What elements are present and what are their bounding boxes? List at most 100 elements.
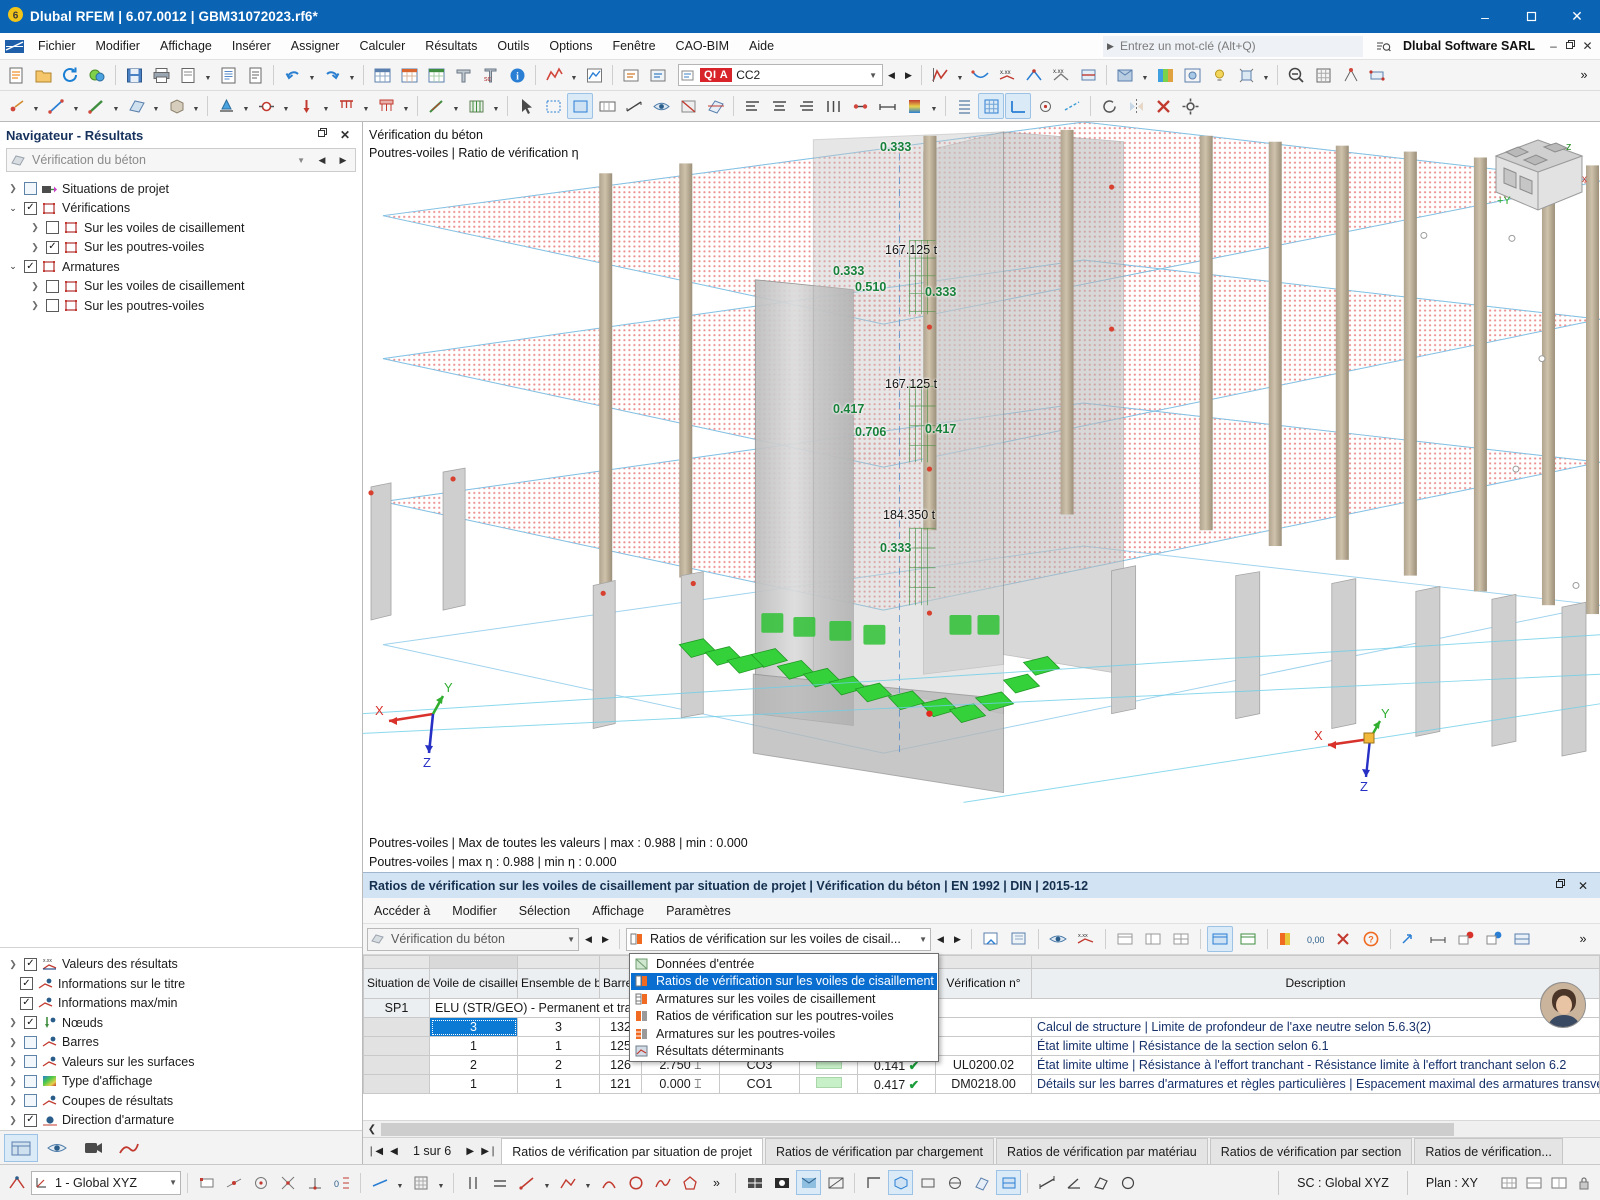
line-load-dropdown-icon[interactable]: ▼ [360, 93, 372, 119]
render-wireframe-icon[interactable] [742, 1170, 767, 1195]
results-navigator-icon[interactable] [112, 1134, 146, 1162]
3d-scene[interactable]: Vérification du béton Poutres-voiles | R… [363, 122, 1600, 832]
cell-wall[interactable]: 2 [429, 1055, 518, 1075]
color-legend-dropdown-icon[interactable]: ▼ [928, 93, 940, 119]
model-data-table-icon[interactable] [369, 62, 395, 88]
cell-member[interactable]: 121 [599, 1074, 642, 1094]
clipping-plane-icon[interactable] [702, 93, 728, 119]
coordinate-system-combo[interactable]: 1 - Global XYZ ▼ [31, 1170, 181, 1195]
snap-grid-icon[interactable] [978, 93, 1004, 119]
draw-polyline-icon[interactable] [555, 1170, 580, 1195]
measure-circle-icon[interactable] [1115, 1170, 1140, 1195]
draw-polygon-icon[interactable] [677, 1170, 702, 1195]
snap-perpendicular-icon[interactable] [302, 1170, 327, 1195]
toolbar-overflow-icon[interactable]: » [1571, 62, 1597, 88]
support-dropdown-icon[interactable]: ▼ [240, 93, 252, 119]
jump-to-icon[interactable] [1397, 926, 1423, 952]
table-horizontal-scrollbar[interactable]: ❮ [363, 1120, 1600, 1137]
select-objects-icon[interactable] [513, 93, 539, 119]
snap-grid-status-icon[interactable]: 0 [329, 1170, 354, 1195]
menu-resultats[interactable]: Résultats [415, 33, 487, 60]
view-left-icon[interactable] [942, 1170, 967, 1195]
menu-options[interactable]: Options [539, 33, 602, 60]
tree-item-armatures[interactable]: ⌄ ✓ Armatures [0, 257, 362, 277]
window-minimize-button[interactable]: – [1462, 0, 1508, 33]
tree-item-type-affichage[interactable]: ❯ Type d'affichage [0, 1072, 362, 1092]
document-icon[interactable] [242, 62, 268, 88]
cell-description[interactable]: Détails sur les barres d'armatures et rè… [1031, 1074, 1600, 1094]
navigator-module-combo[interactable]: Vérification du béton ▼ ◀ ▶ [6, 148, 356, 172]
table-type-next-button[interactable]: ▶ [950, 928, 965, 950]
chevron-right-icon[interactable]: ❯ [6, 183, 20, 194]
sections-icon[interactable] [450, 62, 476, 88]
chevron-down-icon[interactable]: ▼ [169, 1178, 177, 1187]
clipping-icon[interactable] [1233, 62, 1259, 88]
tree-checkbox[interactable] [24, 1094, 37, 1108]
scroll-thumb[interactable] [381, 1122, 1454, 1136]
table-menu-affichage[interactable]: Affichage [581, 898, 655, 924]
draw-polyline-dropdown-icon[interactable]: ▼ [582, 1170, 594, 1196]
lighting-icon[interactable] [1206, 62, 1232, 88]
tree-item-noeuds[interactable]: ❯ ✓ Nœuds [0, 1013, 362, 1033]
tree-item-situations-de-projet[interactable]: ❯ Situations de projet [0, 179, 362, 199]
avatar[interactable] [1540, 982, 1586, 1028]
menu-outils[interactable]: Outils [487, 33, 539, 60]
tree-checkbox[interactable]: ✓ [24, 1016, 37, 1030]
table-layout2-icon[interactable] [1140, 926, 1166, 952]
cell-check-no[interactable] [935, 1036, 1032, 1056]
status-grid2-icon[interactable] [1521, 1170, 1546, 1195]
nodal-load-icon[interactable] [293, 93, 319, 119]
measure-area-icon[interactable] [1088, 1170, 1113, 1195]
table-layout1-icon[interactable] [1112, 926, 1138, 952]
zoom-out-icon[interactable] [1283, 62, 1309, 88]
save-icon[interactable] [121, 62, 147, 88]
print-icon[interactable] [148, 62, 174, 88]
result-sections-toolbar-icon[interactable] [1075, 62, 1101, 88]
column-header-description[interactable]: Description [1031, 968, 1600, 999]
surface-load-dropdown-icon[interactable]: ▼ [400, 93, 412, 119]
dropdown-item-armatures-poutres-voiles[interactable]: Armatures sur les poutres-voiles [631, 1025, 937, 1043]
results-table[interactable]: Situation de projet Voile de cisaillemen… [363, 955, 1600, 1120]
tree-item-barres[interactable]: ❯ Barres [0, 1033, 362, 1053]
chevron-right-icon[interactable]: ❯ [28, 281, 42, 292]
tree-checkbox[interactable] [24, 182, 37, 196]
column-header-situation[interactable]: Situation de projet [363, 968, 430, 999]
nodal-load-dropdown-icon[interactable]: ▼ [320, 93, 332, 119]
search-options-icon[interactable] [1363, 40, 1403, 53]
chevron-down-icon[interactable]: ⌄ [6, 261, 20, 272]
connect-icon[interactable] [847, 93, 873, 119]
status-lock-icon[interactable] [1571, 1170, 1596, 1195]
calculation-diagram-icon[interactable] [581, 62, 607, 88]
chevron-down-icon[interactable]: ▼ [293, 156, 309, 165]
delete-icon[interactable] [1150, 93, 1176, 119]
cell-member-set[interactable]: 1 [517, 1074, 600, 1094]
table-type-combo[interactable]: Ratios de vérification sur les voiles de… [626, 927, 931, 951]
measure-angle-icon[interactable] [1061, 1170, 1086, 1195]
chevron-right-icon[interactable]: ❯ [6, 1056, 20, 1067]
result-values-table-icon[interactable]: x.xx [1073, 926, 1099, 952]
cell-wall[interactable]: 1 [429, 1074, 518, 1094]
load-case-combo[interactable]: QI A CC2 ▼ [678, 64, 883, 86]
dimension-table-icon[interactable] [1425, 926, 1451, 952]
solid-dropdown-icon[interactable]: ▼ [190, 93, 202, 119]
cell-member-set[interactable]: 3 [517, 1017, 600, 1037]
render-dropdown-icon[interactable]: ▼ [1139, 62, 1151, 88]
draw-circle-icon[interactable] [623, 1170, 648, 1195]
hide-icon[interactable] [675, 93, 701, 119]
doc-minimize-button[interactable]: – [1545, 39, 1562, 53]
open-model-icon[interactable] [30, 62, 56, 88]
cell-loading[interactable]: CO1 [719, 1074, 800, 1094]
surface-load-icon[interactable] [373, 93, 399, 119]
menu-assigner[interactable]: Assigner [281, 33, 350, 60]
view-section-icon[interactable] [969, 1170, 994, 1195]
chevron-right-icon[interactable]: ❯ [6, 1115, 20, 1126]
print-preview-icon[interactable] [175, 62, 201, 88]
tab-ratios-par-materiau[interactable]: Ratios de vérification par matériau [996, 1138, 1208, 1164]
chevron-right-icon[interactable]: ❯ [28, 222, 42, 233]
view-render-mode-icon[interactable] [996, 1170, 1021, 1195]
select-by-criteria-icon[interactable] [594, 93, 620, 119]
tree-checkbox[interactable]: ✓ [24, 201, 37, 215]
tab-ratios-overflow[interactable]: Ratios de vérification... [1414, 1138, 1563, 1164]
table-row[interactable]: 1 1 125 État limite ultime | Résistance … [363, 1036, 1600, 1056]
cell-description[interactable]: État limite ultime | Résistance à l'effo… [1031, 1055, 1600, 1075]
